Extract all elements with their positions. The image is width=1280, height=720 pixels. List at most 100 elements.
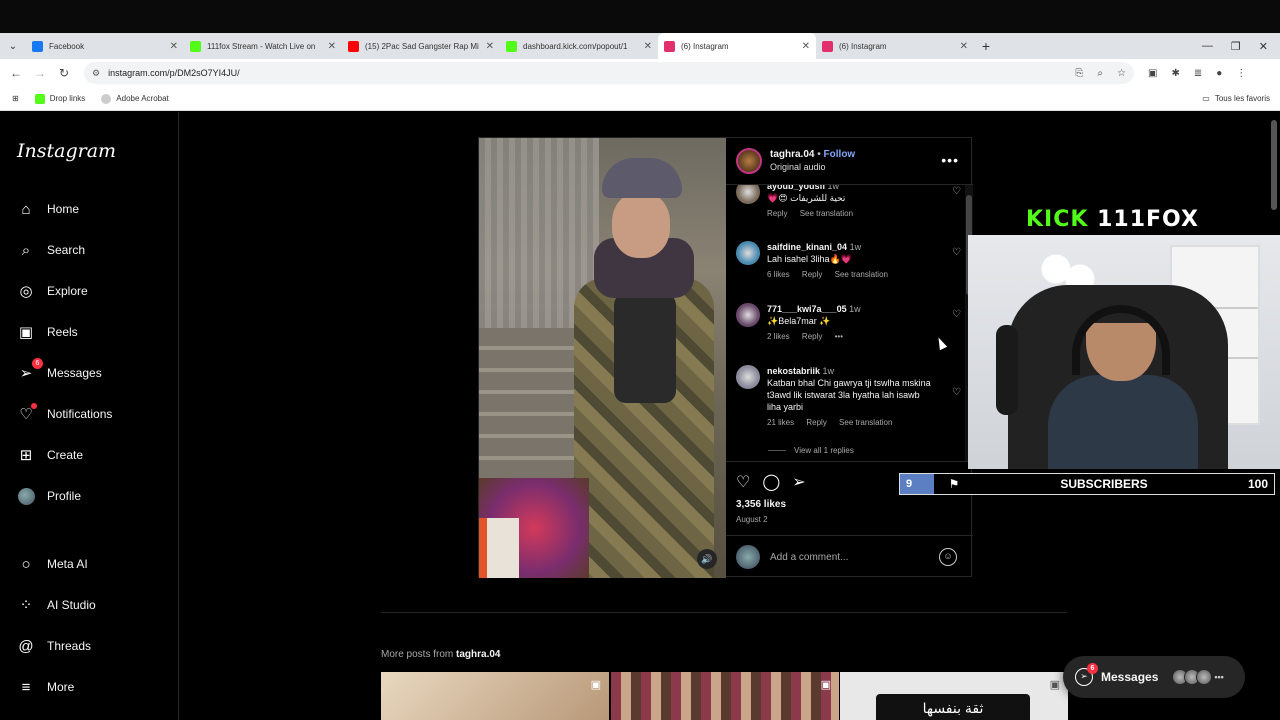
reply-button[interactable]: Reply bbox=[802, 332, 822, 341]
close-window-icon[interactable]: ✕ bbox=[1259, 40, 1268, 53]
browser-menu-icon[interactable]: ⋮ bbox=[1236, 68, 1246, 79]
bookmark-star-icon[interactable]: ☆ bbox=[1117, 68, 1126, 79]
messages-floating-button[interactable]: ➢ 6 Messages ••• bbox=[1063, 656, 1245, 698]
likes-count[interactable]: 3,356 likes bbox=[736, 499, 786, 510]
sidebar-item-ai-studio[interactable]: ⁘ AI Studio bbox=[17, 596, 96, 614]
browser-tab-5[interactable]: (6) Instagram ✕ bbox=[816, 33, 974, 59]
bookmark-drop-links[interactable]: Drop links bbox=[34, 93, 85, 104]
forward-icon[interactable]: → bbox=[28, 66, 52, 80]
sidebar-item-search[interactable]: ⌕ Search bbox=[17, 241, 85, 259]
browser-tab-1[interactable]: 111fox Stream - Watch Live on ✕ bbox=[184, 33, 342, 59]
tab-close-icon[interactable]: ✕ bbox=[802, 41, 810, 52]
commenter-username[interactable]: nekostabriik bbox=[767, 366, 820, 376]
see-translation-button[interactable]: See translation bbox=[839, 418, 892, 427]
sidebar-item-reels[interactable]: ▣ Reels bbox=[17, 323, 78, 341]
site-info-icon[interactable]: ⚙ bbox=[92, 68, 100, 79]
install-icon[interactable]: ⎘ bbox=[1075, 68, 1083, 79]
tab-title: (6) Instagram bbox=[681, 41, 729, 51]
commenter-username[interactable]: 771___kwi7a___05 bbox=[767, 304, 847, 314]
comment-bubble-icon[interactable]: ◯ bbox=[762, 472, 780, 492]
back-icon[interactable]: ← bbox=[4, 66, 28, 80]
more-posts-user-link[interactable]: taghra.04 bbox=[456, 649, 500, 660]
browser-tab-3[interactable]: dashboard.kick.com/popout/1 ✕ bbox=[500, 33, 658, 59]
tab-favicon-icon bbox=[506, 40, 517, 52]
view-replies-button[interactable]: View all 1 replies bbox=[768, 446, 854, 455]
url-input[interactable]: ⚙ instagram.com/p/DM2sO7YI4JU/ ⎘ ⌕ ☆ bbox=[84, 62, 1134, 84]
comment-likes[interactable]: 21 likes bbox=[767, 418, 794, 427]
reels-icon: ▣ bbox=[18, 324, 34, 341]
all-bookmarks-button[interactable]: ▭ Tous les favoris bbox=[1202, 94, 1280, 103]
tab-close-icon[interactable]: ✕ bbox=[328, 41, 336, 52]
more-post-thumb-3[interactable]: ثقة بنفسها ▣ bbox=[840, 672, 1068, 720]
restore-icon[interactable]: ❐ bbox=[1231, 40, 1241, 53]
browser-tab-4[interactable]: (6) Instagram ✕ bbox=[658, 33, 816, 59]
commenter-avatar[interactable] bbox=[736, 241, 760, 265]
extension-kick-icon[interactable]: ▣ bbox=[1148, 68, 1157, 79]
sidebar-item-profile[interactable]: Profile bbox=[17, 487, 81, 505]
commenter-username[interactable]: saifdine_kinani_04 bbox=[767, 242, 847, 252]
see-translation-button[interactable]: ••• bbox=[835, 332, 843, 341]
reload-icon[interactable]: ↻ bbox=[52, 66, 76, 80]
commenter-username[interactable]: ayoub_yousfi bbox=[767, 185, 825, 191]
comment-like-heart-icon[interactable]: ♡ bbox=[952, 186, 961, 197]
sidebar-item-notifications[interactable]: ♡ Notifications bbox=[17, 403, 112, 423]
reply-button[interactable]: Reply bbox=[767, 209, 787, 218]
sidebar-item-create[interactable]: ⊞ Create bbox=[17, 446, 83, 464]
sidebar-item-label: Messages bbox=[47, 366, 102, 380]
new-tab-button[interactable]: + bbox=[974, 38, 998, 54]
commenter-avatar[interactable] bbox=[736, 303, 760, 327]
see-translation-button[interactable]: See translation bbox=[800, 209, 853, 218]
zoom-icon[interactable]: ⌕ bbox=[1097, 68, 1103, 79]
reply-button[interactable]: Reply bbox=[806, 418, 826, 427]
post-video[interactable]: 🔊 bbox=[479, 138, 726, 578]
audio-label[interactable]: Original audio bbox=[770, 161, 855, 173]
comment-likes[interactable]: 6 likes bbox=[767, 270, 790, 279]
sidebar-item-explore[interactable]: ◎ Explore bbox=[17, 282, 87, 300]
sidebar-item-messages[interactable]: ➢ 6 Messages bbox=[17, 358, 102, 382]
tab-close-icon[interactable]: ✕ bbox=[644, 41, 652, 52]
share-send-icon[interactable]: ➢ bbox=[792, 472, 805, 492]
globe-icon bbox=[101, 93, 112, 104]
url-text: instagram.com/p/DM2sO7YI4JU/ bbox=[108, 68, 240, 78]
more-options-icon[interactable]: ••• bbox=[941, 152, 959, 168]
browser-tab-0[interactable]: Facebook ✕ bbox=[26, 33, 184, 59]
minimize-icon[interactable]: — bbox=[1202, 40, 1213, 53]
comment-likes[interactable]: 2 likes bbox=[767, 332, 790, 341]
follow-button[interactable]: Follow bbox=[824, 149, 856, 160]
add-comment-input[interactable]: Add a comment... bbox=[770, 552, 939, 563]
emoji-icon[interactable]: ☺ bbox=[939, 548, 957, 566]
tab-close-icon[interactable]: ✕ bbox=[170, 41, 178, 52]
comments-list[interactable]: ayoub_yousfi 1w 💗😍 تحية للشريفات Reply S… bbox=[726, 185, 973, 461]
profile-avatar-icon[interactable]: ● bbox=[1216, 68, 1222, 79]
see-translation-button[interactable]: See translation bbox=[835, 270, 888, 279]
sidebar-item-home[interactable]: ⌂ Home bbox=[17, 200, 79, 218]
sidebar-item-label: Meta AI bbox=[47, 557, 88, 571]
commenter-avatar[interactable] bbox=[736, 185, 760, 204]
like-heart-icon[interactable]: ♡ bbox=[736, 472, 750, 492]
tab-close-icon[interactable]: ✕ bbox=[486, 41, 494, 52]
comment-like-heart-icon[interactable]: ♡ bbox=[952, 309, 961, 320]
media-icon[interactable]: ≣ bbox=[1194, 68, 1202, 79]
folder-icon: ▭ bbox=[1202, 94, 1210, 103]
volume-icon[interactable]: 🔊 bbox=[697, 549, 717, 569]
apps-grid-icon[interactable]: ⊞ bbox=[12, 94, 19, 103]
post-side-panel: taghra.04 • Follow Original audio ••• ay… bbox=[726, 138, 973, 578]
browser-tab-2[interactable]: (15) 2Pac Sad Gangster Rap Mi ✕ bbox=[342, 33, 500, 59]
author-avatar[interactable] bbox=[736, 148, 762, 174]
sidebar-item-meta-ai[interactable]: ○ Meta AI bbox=[17, 555, 88, 573]
notifications-icon: ♡ bbox=[17, 403, 37, 423]
reply-button[interactable]: Reply bbox=[802, 270, 822, 279]
extensions-icon[interactable]: ✱ bbox=[1171, 68, 1179, 79]
commenter-avatar[interactable] bbox=[736, 365, 760, 389]
sidebar-item-more[interactable]: ≡ More bbox=[17, 678, 75, 696]
more-post-thumb-2[interactable]: ▣ bbox=[611, 672, 839, 720]
tab-search-chevron-icon[interactable]: ⌄ bbox=[0, 33, 26, 59]
bookmark-adobe-acrobat[interactable]: Adobe Acrobat bbox=[101, 93, 169, 104]
comment-like-heart-icon[interactable]: ♡ bbox=[952, 247, 961, 258]
more-post-thumb-1[interactable]: ▣ bbox=[381, 672, 609, 720]
tab-close-icon[interactable]: ✕ bbox=[960, 41, 968, 52]
author-username[interactable]: taghra.04 bbox=[770, 149, 814, 160]
sidebar-item-threads[interactable]: @ Threads bbox=[17, 637, 91, 655]
instagram-logo[interactable]: Instagram bbox=[17, 140, 116, 162]
comment-like-heart-icon[interactable]: ♡ bbox=[952, 387, 961, 398]
